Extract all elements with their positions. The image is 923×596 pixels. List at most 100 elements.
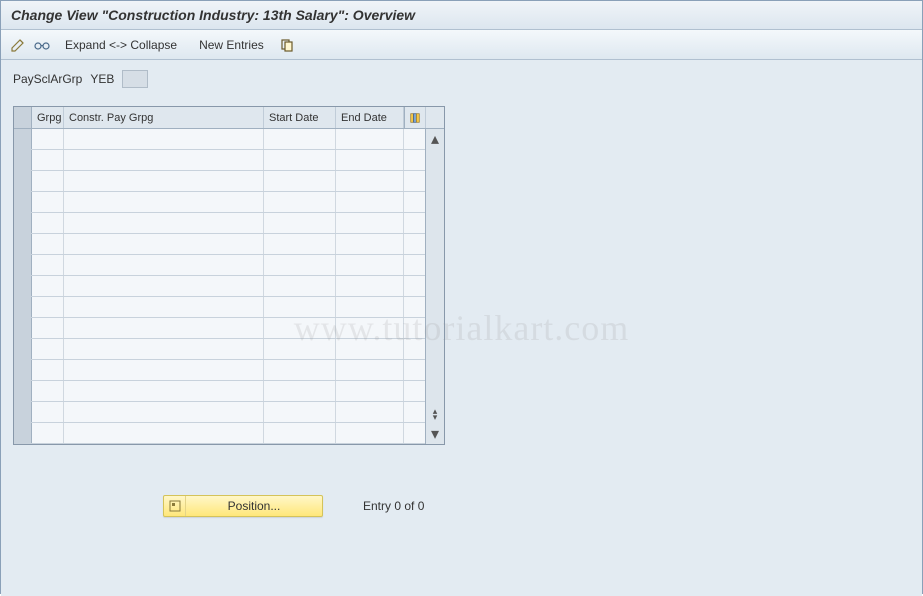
cell-end[interactable] <box>336 234 404 254</box>
cell-end[interactable] <box>336 360 404 380</box>
table-row[interactable] <box>14 234 425 255</box>
cell-start[interactable] <box>264 129 336 149</box>
cell-end[interactable] <box>336 402 404 422</box>
scrollbar-vertical[interactable]: ▴ ▴▾ ▾ <box>425 129 444 444</box>
table-row[interactable] <box>14 255 425 276</box>
position-button[interactable]: Position... <box>163 495 323 517</box>
glasses-icon[interactable] <box>33 36 51 54</box>
cell-grpg[interactable] <box>32 213 64 233</box>
row-selector[interactable] <box>14 255 32 275</box>
row-selector[interactable] <box>14 318 32 338</box>
table-row[interactable] <box>14 297 425 318</box>
cell-grpg[interactable] <box>32 129 64 149</box>
row-selector[interactable] <box>14 360 32 380</box>
row-selector[interactable] <box>14 423 32 443</box>
cell-grpg[interactable] <box>32 381 64 401</box>
cell-start[interactable] <box>264 213 336 233</box>
col-header-constr[interactable]: Constr. Pay Grpg <box>64 107 264 128</box>
row-selector[interactable] <box>14 171 32 191</box>
cell-grpg[interactable] <box>32 360 64 380</box>
row-selector[interactable] <box>14 234 32 254</box>
cell-start[interactable] <box>264 234 336 254</box>
table-row[interactable] <box>14 339 425 360</box>
row-selector[interactable] <box>14 276 32 296</box>
row-selector[interactable] <box>14 150 32 170</box>
row-selector[interactable] <box>14 381 32 401</box>
cell-constr[interactable] <box>64 402 264 422</box>
cell-grpg[interactable] <box>32 297 64 317</box>
cell-start[interactable] <box>264 423 336 443</box>
cell-end[interactable] <box>336 129 404 149</box>
cell-start[interactable] <box>264 318 336 338</box>
cell-constr[interactable] <box>64 129 264 149</box>
table-row[interactable] <box>14 318 425 339</box>
cell-constr[interactable] <box>64 192 264 212</box>
cell-grpg[interactable] <box>32 234 64 254</box>
table-row[interactable] <box>14 381 425 402</box>
cell-constr[interactable] <box>64 213 264 233</box>
cell-start[interactable] <box>264 255 336 275</box>
row-selector[interactable] <box>14 339 32 359</box>
cell-start[interactable] <box>264 381 336 401</box>
cell-end[interactable] <box>336 213 404 233</box>
cell-start[interactable] <box>264 276 336 296</box>
cell-start[interactable] <box>264 339 336 359</box>
cell-start[interactable] <box>264 171 336 191</box>
cell-end[interactable] <box>336 150 404 170</box>
table-row[interactable] <box>14 150 425 171</box>
cell-constr[interactable] <box>64 360 264 380</box>
cell-constr[interactable] <box>64 339 264 359</box>
cell-end[interactable] <box>336 381 404 401</box>
cell-grpg[interactable] <box>32 171 64 191</box>
row-selector[interactable] <box>14 192 32 212</box>
cell-end[interactable] <box>336 276 404 296</box>
cell-grpg[interactable] <box>32 192 64 212</box>
table-row[interactable] <box>14 192 425 213</box>
cell-grpg[interactable] <box>32 276 64 296</box>
cell-grpg[interactable] <box>32 318 64 338</box>
table-row[interactable] <box>14 129 425 150</box>
cell-constr[interactable] <box>64 381 264 401</box>
cell-start[interactable] <box>264 150 336 170</box>
table-row[interactable] <box>14 171 425 192</box>
table-config-icon[interactable] <box>404 107 426 128</box>
payscl-input[interactable] <box>122 70 148 88</box>
cell-end[interactable] <box>336 318 404 338</box>
new-entries-button[interactable]: New Entries <box>191 36 272 54</box>
cell-grpg[interactable] <box>32 255 64 275</box>
select-all-cell[interactable] <box>14 107 32 128</box>
col-header-start[interactable]: Start Date <box>264 107 336 128</box>
cell-grpg[interactable] <box>32 339 64 359</box>
cell-grpg[interactable] <box>32 150 64 170</box>
table-row[interactable] <box>14 423 425 444</box>
row-selector[interactable] <box>14 129 32 149</box>
row-selector[interactable] <box>14 297 32 317</box>
cell-start[interactable] <box>264 402 336 422</box>
scroll-up-icon[interactable]: ▴ <box>426 129 444 149</box>
cell-constr[interactable] <box>64 318 264 338</box>
cell-end[interactable] <box>336 339 404 359</box>
cell-grpg[interactable] <box>32 402 64 422</box>
cell-end[interactable] <box>336 192 404 212</box>
table-row[interactable] <box>14 360 425 381</box>
row-selector[interactable] <box>14 402 32 422</box>
col-header-end[interactable]: End Date <box>336 107 404 128</box>
table-row[interactable] <box>14 213 425 234</box>
pencil-icon[interactable] <box>9 36 27 54</box>
scroll-down-icon[interactable]: ▾ <box>426 424 444 444</box>
copy-icon[interactable] <box>278 36 296 54</box>
row-selector[interactable] <box>14 213 32 233</box>
table-row[interactable] <box>14 402 425 423</box>
cell-constr[interactable] <box>64 255 264 275</box>
cell-start[interactable] <box>264 360 336 380</box>
cell-end[interactable] <box>336 255 404 275</box>
table-row[interactable] <box>14 276 425 297</box>
cell-constr[interactable] <box>64 423 264 443</box>
cell-end[interactable] <box>336 423 404 443</box>
cell-constr[interactable] <box>64 171 264 191</box>
cell-end[interactable] <box>336 171 404 191</box>
cell-constr[interactable] <box>64 234 264 254</box>
scroll-down-double-icon[interactable]: ▴▾ <box>426 404 444 424</box>
expand-collapse-button[interactable]: Expand <-> Collapse <box>57 36 185 54</box>
cell-constr[interactable] <box>64 150 264 170</box>
